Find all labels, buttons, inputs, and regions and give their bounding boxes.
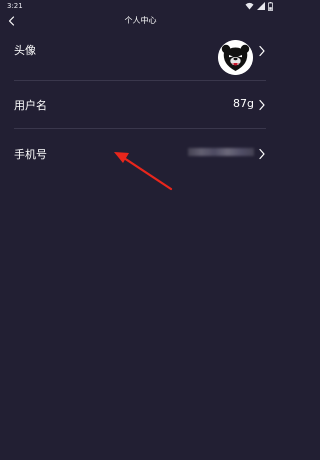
red-arrow-icon bbox=[114, 152, 173, 191]
